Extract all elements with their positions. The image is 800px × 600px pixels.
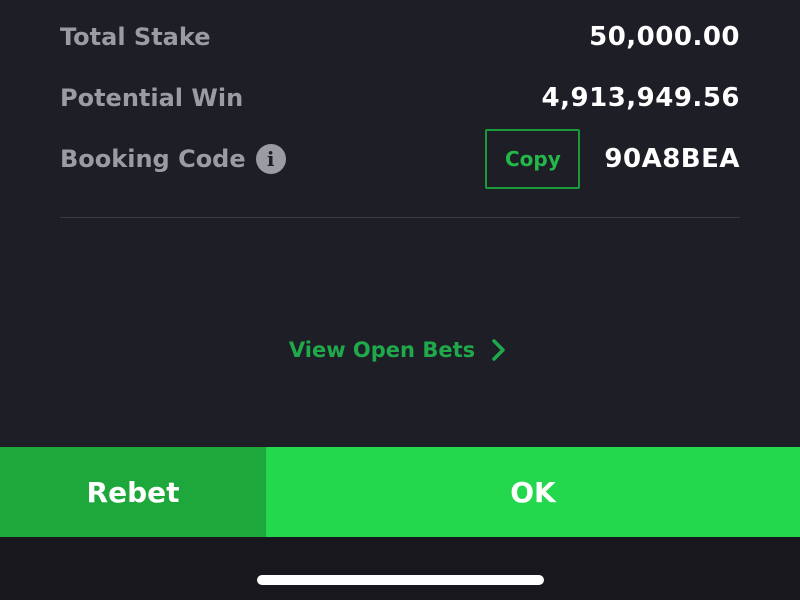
info-icon[interactable]: i bbox=[255, 144, 286, 174]
booking-code-value: 90A8BEA bbox=[604, 144, 740, 174]
booking-code-group: Copy 90A8BEA bbox=[485, 129, 740, 189]
chevron-right-icon bbox=[487, 338, 511, 362]
total-stake-row: Total Stake 50,000.00 bbox=[60, 14, 740, 60]
action-bar: Rebet OK bbox=[0, 447, 800, 537]
potential-win-row: Potential Win 4,913,949.56 bbox=[60, 75, 740, 121]
divider bbox=[60, 217, 740, 218]
total-stake-label: Total Stake bbox=[60, 23, 211, 51]
view-open-bets-link[interactable]: View Open Bets bbox=[0, 338, 800, 362]
potential-win-value: 4,913,949.56 bbox=[541, 83, 740, 113]
total-stake-value: 50,000.00 bbox=[589, 22, 740, 52]
home-indicator[interactable] bbox=[257, 575, 544, 585]
ok-button[interactable]: OK bbox=[266, 447, 800, 537]
booking-code-label-group: Booking Code i bbox=[60, 144, 286, 174]
bet-confirmation-screen: Total Stake 50,000.00 Potential Win 4,91… bbox=[0, 0, 800, 600]
booking-code-row: Booking Code i Copy 90A8BEA bbox=[60, 128, 740, 190]
potential-win-label: Potential Win bbox=[60, 84, 244, 112]
rebet-button[interactable]: Rebet bbox=[0, 447, 266, 537]
copy-button[interactable]: Copy bbox=[485, 129, 581, 189]
booking-code-label: Booking Code bbox=[60, 145, 246, 173]
view-open-bets-label: View Open Bets bbox=[288, 338, 476, 362]
bottom-safe-area bbox=[0, 537, 800, 600]
